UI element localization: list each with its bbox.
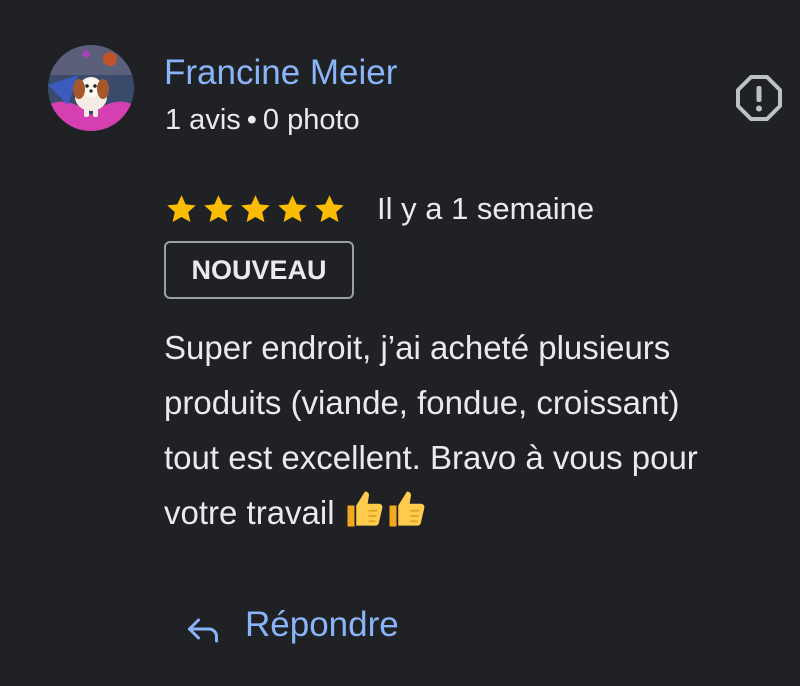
rating-row: Il y a 1 semaine xyxy=(164,188,594,230)
star-icon xyxy=(315,194,344,222)
thumbs-up-emoji xyxy=(344,491,428,531)
review-line: produits (viande, fondue, croissant) xyxy=(164,384,680,421)
star-icon xyxy=(204,194,233,222)
photo-count: 0 photo xyxy=(262,104,360,136)
review-line-text: votre travail xyxy=(164,494,335,531)
reply-button[interactable]: Répondre xyxy=(185,598,399,652)
review-date: Il y a 1 semaine xyxy=(377,191,595,226)
review-count: 1 avis xyxy=(165,104,241,136)
review-line-last: votre travail xyxy=(164,485,800,540)
reply-label: Répondre xyxy=(245,605,399,644)
new-badge: NOUVEAU xyxy=(164,241,354,299)
reviewer-name[interactable]: Francine Meier xyxy=(164,52,397,94)
report-icon xyxy=(736,75,782,121)
star-icon xyxy=(278,194,307,222)
avatar[interactable] xyxy=(48,45,134,131)
star-rating xyxy=(164,192,347,227)
review-card: Francine Meier 1 avis • 0 photo Il y a 1 s… xyxy=(0,0,800,686)
report-button[interactable] xyxy=(735,74,783,122)
reviewer-meta: 1 avis • 0 photo xyxy=(165,102,360,138)
thumbs-up-icon xyxy=(347,491,383,527)
review-line: tout est excellent. Bravo à vous pour xyxy=(164,439,698,476)
review-text: Super endroit, j’ai acheté plusieurs pro… xyxy=(164,320,800,540)
reply-arrow-icon xyxy=(188,618,218,643)
thumbs-up-icon xyxy=(389,491,425,527)
star-icon xyxy=(241,194,270,222)
star-icon xyxy=(167,194,196,222)
review-line: Super endroit, j’ai acheté plusieurs xyxy=(164,329,671,366)
meta-separator: • xyxy=(246,104,257,136)
